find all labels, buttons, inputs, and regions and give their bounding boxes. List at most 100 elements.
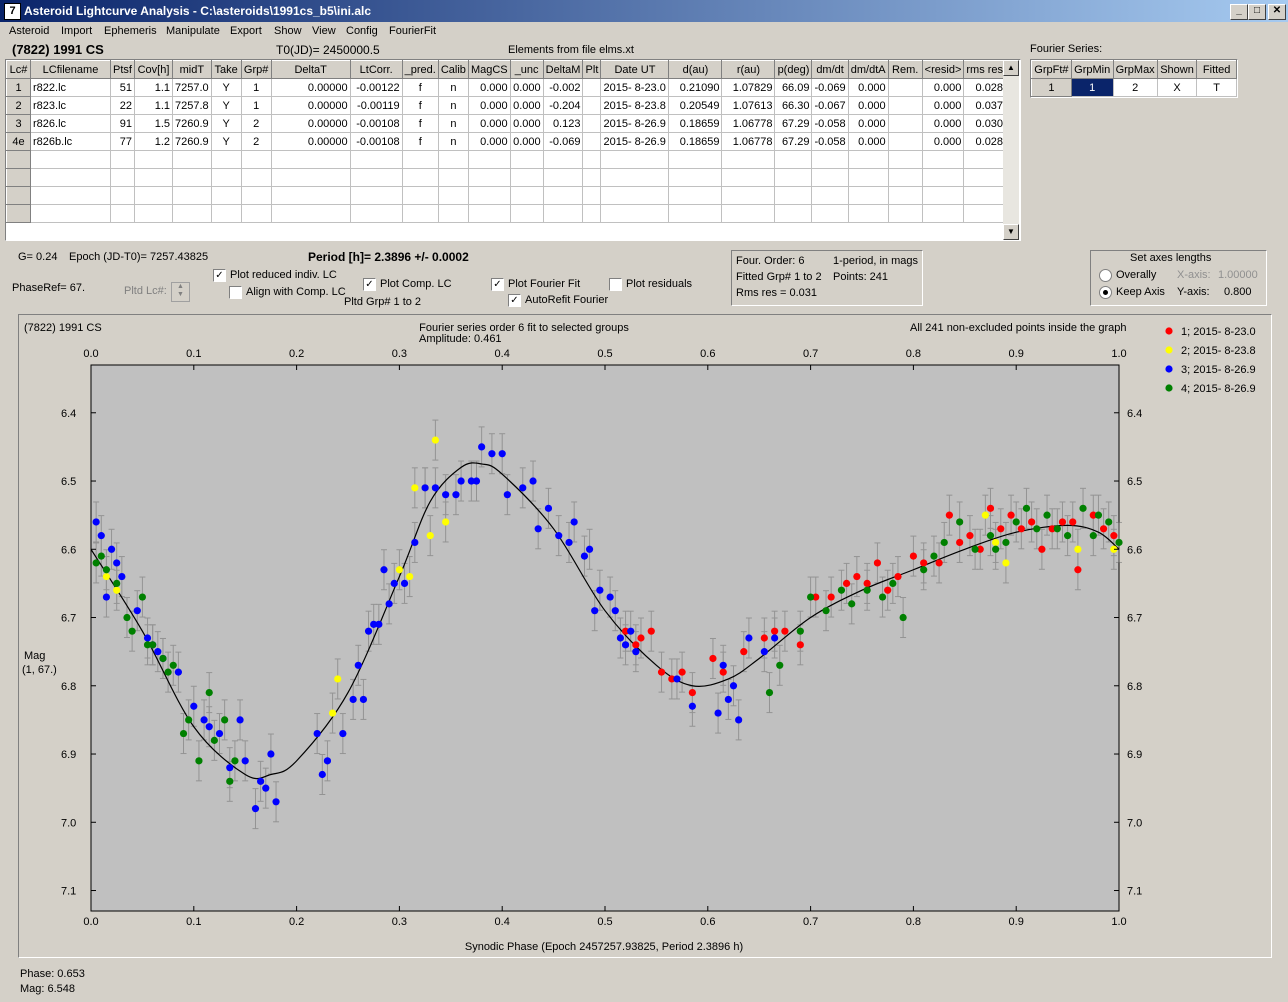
table-cell[interactable]: 1.1 [134,78,173,97]
table-cell[interactable] [210,204,242,223]
table-cell[interactable] [240,204,272,223]
table-cell[interactable]: 66.30 [774,96,813,115]
table-cell[interactable]: -0.204 [542,96,584,115]
table-cell[interactable] [887,168,923,187]
column-header[interactable]: Cov[h] [134,60,173,79]
table-cell[interactable] [437,150,469,169]
table-cell[interactable]: 0.21090 [668,78,723,97]
column-header[interactable]: <resid> [921,60,965,79]
table-cell[interactable]: 0.18659 [668,132,723,151]
table-cell[interactable]: 2 [240,114,272,133]
table-cell[interactable]: 0.000 [509,96,544,115]
table-cell[interactable] [921,204,965,223]
table-cell[interactable] [30,168,111,187]
table-cell[interactable] [582,114,602,133]
empty-row[interactable] [6,168,1007,187]
table-cell[interactable]: 0.000 [467,78,511,97]
plot-panel[interactable]: 0.0 0.0 0.1 0.1 0.2 0.2 0.3 0.3 0.4 0.4 0.5 0.5 0.6 0… [18,314,1272,958]
row-header-cell[interactable] [6,168,31,187]
table-row[interactable]: 2 r823.lc 22 1.1 7257.8 Y 1 0.00000 -0.00119 f n 0.… [6,96,1007,115]
table-cell[interactable]: 2 [240,132,272,151]
table-cell[interactable] [887,132,923,151]
table-cell[interactable] [582,204,602,223]
row-header-cell[interactable]: 4e [6,132,31,151]
table-cell[interactable] [887,114,923,133]
table-cell[interactable] [582,132,602,151]
table-cell[interactable] [240,168,272,187]
close-button[interactable]: ✕ [1268,4,1286,20]
table-cell[interactable]: Y [210,96,242,115]
table-cell[interactable] [134,204,173,223]
table-cell[interactable]: 91 [110,114,135,133]
table-cell[interactable]: 0.000 [847,132,889,151]
row-header-cell[interactable]: 2 [6,96,31,115]
table-cell[interactable] [172,204,212,223]
table-cell[interactable]: 0.000 [847,114,889,133]
empty-row[interactable] [6,150,1007,169]
table-cell[interactable]: r826b.lc [30,132,111,151]
table-cell[interactable]: 0.000 [509,132,544,151]
table-cell[interactable]: 0.000 [467,114,511,133]
table-cell[interactable]: 1.2 [134,132,173,151]
fourier-row[interactable]: 112XT [1031,78,1237,97]
menu-export[interactable]: Export [230,25,262,37]
table-cell[interactable]: 1.5 [134,114,173,133]
table-cell[interactable] [30,150,111,169]
column-header[interactable]: p(deg) [774,60,813,79]
plot-comp-checkbox[interactable]: ✓ [363,278,376,291]
table-cell[interactable] [467,186,511,205]
table-cell[interactable] [134,150,173,169]
table-cell[interactable] [600,186,670,205]
table-cell[interactable] [172,168,212,187]
column-header[interactable]: _unc [509,60,544,79]
column-header[interactable]: DeltaM [542,60,584,79]
table-cell[interactable]: 0.20549 [668,96,723,115]
menu-view[interactable]: View [312,25,336,37]
table-cell[interactable]: 0.037 [963,96,1007,115]
table-cell[interactable] [437,168,469,187]
row-header-cell[interactable] [6,204,31,223]
table-cell[interactable]: 51 [110,78,135,97]
table-cell[interactable] [509,150,544,169]
table-cell[interactable]: -0.069 [542,132,584,151]
table-cell[interactable]: r826.lc [30,114,111,133]
table-row[interactable]: 1 r822.lc 51 1.1 7257.0 Y 1 0.00000 -0.00122 f n 0.… [6,78,1007,97]
column-header[interactable]: _pred. [401,60,439,79]
table-cell[interactable] [437,204,469,223]
column-header[interactable]: LtCorr. [349,60,403,79]
plot-fourier-checkbox[interactable]: ✓ [491,278,504,291]
table-cell[interactable]: f [401,114,439,133]
table-cell[interactable] [887,186,923,205]
table-cell[interactable] [349,186,403,205]
column-header[interactable]: midT [172,60,212,79]
menu-ephemeris[interactable]: Ephemeris [104,25,157,37]
table-cell[interactable] [172,150,212,169]
column-header[interactable]: Rem. [887,60,923,79]
overally-radio[interactable] [1099,269,1112,282]
scroll-up-icon[interactable]: ▲ [1003,60,1019,76]
row-header-cell[interactable] [6,186,31,205]
table-cell[interactable] [270,204,351,223]
table-cell[interactable] [542,168,584,187]
table-cell[interactable]: 0.000 [467,132,511,151]
table-cell[interactable]: n [437,96,469,115]
table-cell[interactable] [582,78,602,97]
empty-row[interactable] [6,186,1007,205]
column-header[interactable]: LCfilename [30,60,111,79]
table-cell[interactable] [542,204,584,223]
table-cell[interactable]: r823.lc [30,96,111,115]
fourier-cell[interactable]: X [1156,78,1198,97]
maximize-button[interactable]: □ [1248,4,1266,20]
menu-import[interactable]: Import [61,25,92,37]
table-cell[interactable]: n [437,114,469,133]
table-cell[interactable]: 2015- 8-23.0 [600,78,670,97]
table-cell[interactable] [509,186,544,205]
table-cell[interactable] [240,186,272,205]
table-cell[interactable] [110,204,135,223]
fourier-cell[interactable]: 2 [1112,78,1158,97]
table-cell[interactable]: -0.067 [811,96,849,115]
table-cell[interactable]: f [401,96,439,115]
table-cell[interactable] [811,204,849,223]
table-cell[interactable] [349,150,403,169]
table-cell[interactable] [963,168,1007,187]
